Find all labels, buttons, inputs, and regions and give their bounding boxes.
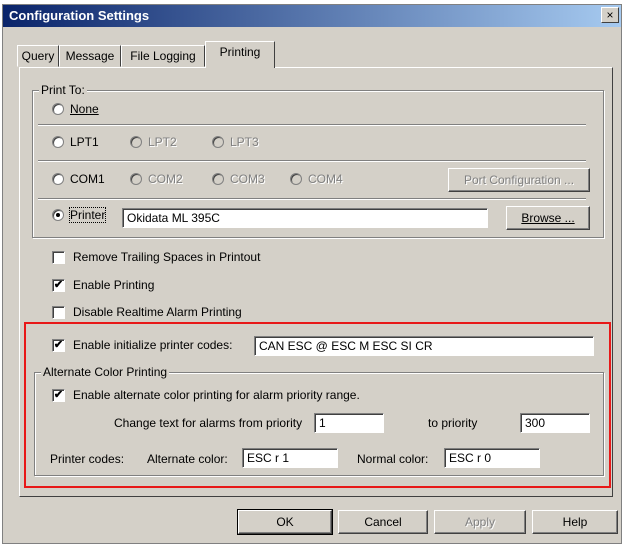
alternate-color-field[interactable]: ESC r 1 <box>242 448 338 468</box>
radio-none[interactable]: None <box>52 102 99 116</box>
normal-color-label: Normal color: <box>357 452 429 466</box>
radio-none-dot <box>52 103 64 115</box>
tab-query[interactable]: Query <box>17 45 59 67</box>
radio-com4[interactable]: COM4 <box>290 172 343 186</box>
radio-lpt2-dot <box>130 136 142 148</box>
radio-lpt2[interactable]: LPT2 <box>130 135 177 149</box>
tab-message[interactable]: Message <box>59 45 121 67</box>
radio-com3-dot <box>212 173 224 185</box>
browse-button[interactable]: Browse ... <box>506 206 590 230</box>
radio-com4-dot <box>290 173 302 185</box>
radio-com2-label: COM2 <box>148 172 183 186</box>
window-title: Configuration Settings <box>9 8 150 23</box>
init-codes-checkbox[interactable]: ✔ Enable initialize printer codes: <box>52 338 232 352</box>
divider <box>38 198 586 200</box>
printer-codes-label: Printer codes: <box>50 452 125 466</box>
radio-com2[interactable]: COM2 <box>130 172 183 186</box>
check-icon: ✔ <box>52 388 65 402</box>
divider <box>38 160 586 162</box>
ok-button[interactable]: OK <box>237 509 333 535</box>
check-icon: ✔ <box>52 338 65 352</box>
radio-none-label: None <box>70 102 99 116</box>
alt-color-checkbox[interactable]: ✔ Enable alternate color printing for al… <box>52 388 360 402</box>
alt-color-legend: Alternate Color Printing <box>41 365 170 379</box>
radio-com2-dot <box>130 173 142 185</box>
cancel-button[interactable]: Cancel <box>338 510 428 534</box>
radio-lpt1[interactable]: LPT1 <box>52 135 99 149</box>
browse-label: Browse ... <box>521 211 575 225</box>
alt-color-label: Enable alternate color printing for alar… <box>73 388 360 402</box>
radio-com1-dot <box>52 173 64 185</box>
to-priority-label: to priority <box>428 416 478 430</box>
enable-printing-label: Enable Printing <box>73 278 155 292</box>
radio-printer[interactable]: Printer <box>52 207 107 223</box>
radio-lpt1-dot <box>52 136 64 148</box>
radio-printer-dot <box>52 209 64 221</box>
radio-com4-label: COM4 <box>308 172 343 186</box>
printer-name-field[interactable]: Okidata ML 395C <box>122 208 488 228</box>
enable-printing-checkbox[interactable]: ✔ Enable Printing <box>52 278 154 292</box>
radio-printer-label: Printer <box>68 207 107 223</box>
close-button[interactable]: × <box>601 7 619 23</box>
from-priority-field[interactable]: 1 <box>314 413 384 433</box>
alternate-color-label: Alternate color: <box>147 452 228 466</box>
init-codes-field[interactable]: CAN ESC @ ESC M ESC SI CR <box>254 336 594 356</box>
check-icon: ✔ <box>52 278 65 292</box>
init-codes-label: Enable initialize printer codes: <box>73 338 233 352</box>
title-bar: Configuration Settings × <box>3 5 621 27</box>
to-priority-field[interactable]: 300 <box>520 413 590 433</box>
checkbox-box <box>52 250 65 264</box>
radio-com1[interactable]: COM1 <box>52 172 105 186</box>
radio-lpt2-label: LPT2 <box>148 135 177 149</box>
radio-lpt3-label: LPT3 <box>230 135 259 149</box>
radio-com1-label: COM1 <box>70 172 105 186</box>
radio-com3[interactable]: COM3 <box>212 172 265 186</box>
normal-color-field[interactable]: ESC r 0 <box>444 448 540 468</box>
print-to-legend: Print To: <box>39 83 87 97</box>
divider <box>38 124 586 126</box>
from-priority-label: Change text for alarms from priority <box>114 416 303 430</box>
port-configuration-button[interactable]: Port Configuration ... <box>448 168 590 192</box>
radio-com3-label: COM3 <box>230 172 265 186</box>
radio-lpt3-dot <box>212 136 224 148</box>
radio-lpt3[interactable]: LPT3 <box>212 135 259 149</box>
disable-realtime-label: Disable Realtime Alarm Printing <box>73 305 242 319</box>
tab-printing[interactable]: Printing <box>205 41 275 68</box>
help-button[interactable]: Help <box>532 510 618 534</box>
checkbox-box <box>52 305 65 319</box>
radio-lpt1-label: LPT1 <box>70 135 99 149</box>
remove-trailing-checkbox[interactable]: Remove Trailing Spaces in Printout <box>52 250 260 264</box>
tab-file-logging[interactable]: File Logging <box>121 45 205 67</box>
apply-button[interactable]: Apply <box>434 510 526 534</box>
remove-trailing-label: Remove Trailing Spaces in Printout <box>73 250 261 264</box>
disable-realtime-checkbox[interactable]: Disable Realtime Alarm Printing <box>52 305 242 319</box>
